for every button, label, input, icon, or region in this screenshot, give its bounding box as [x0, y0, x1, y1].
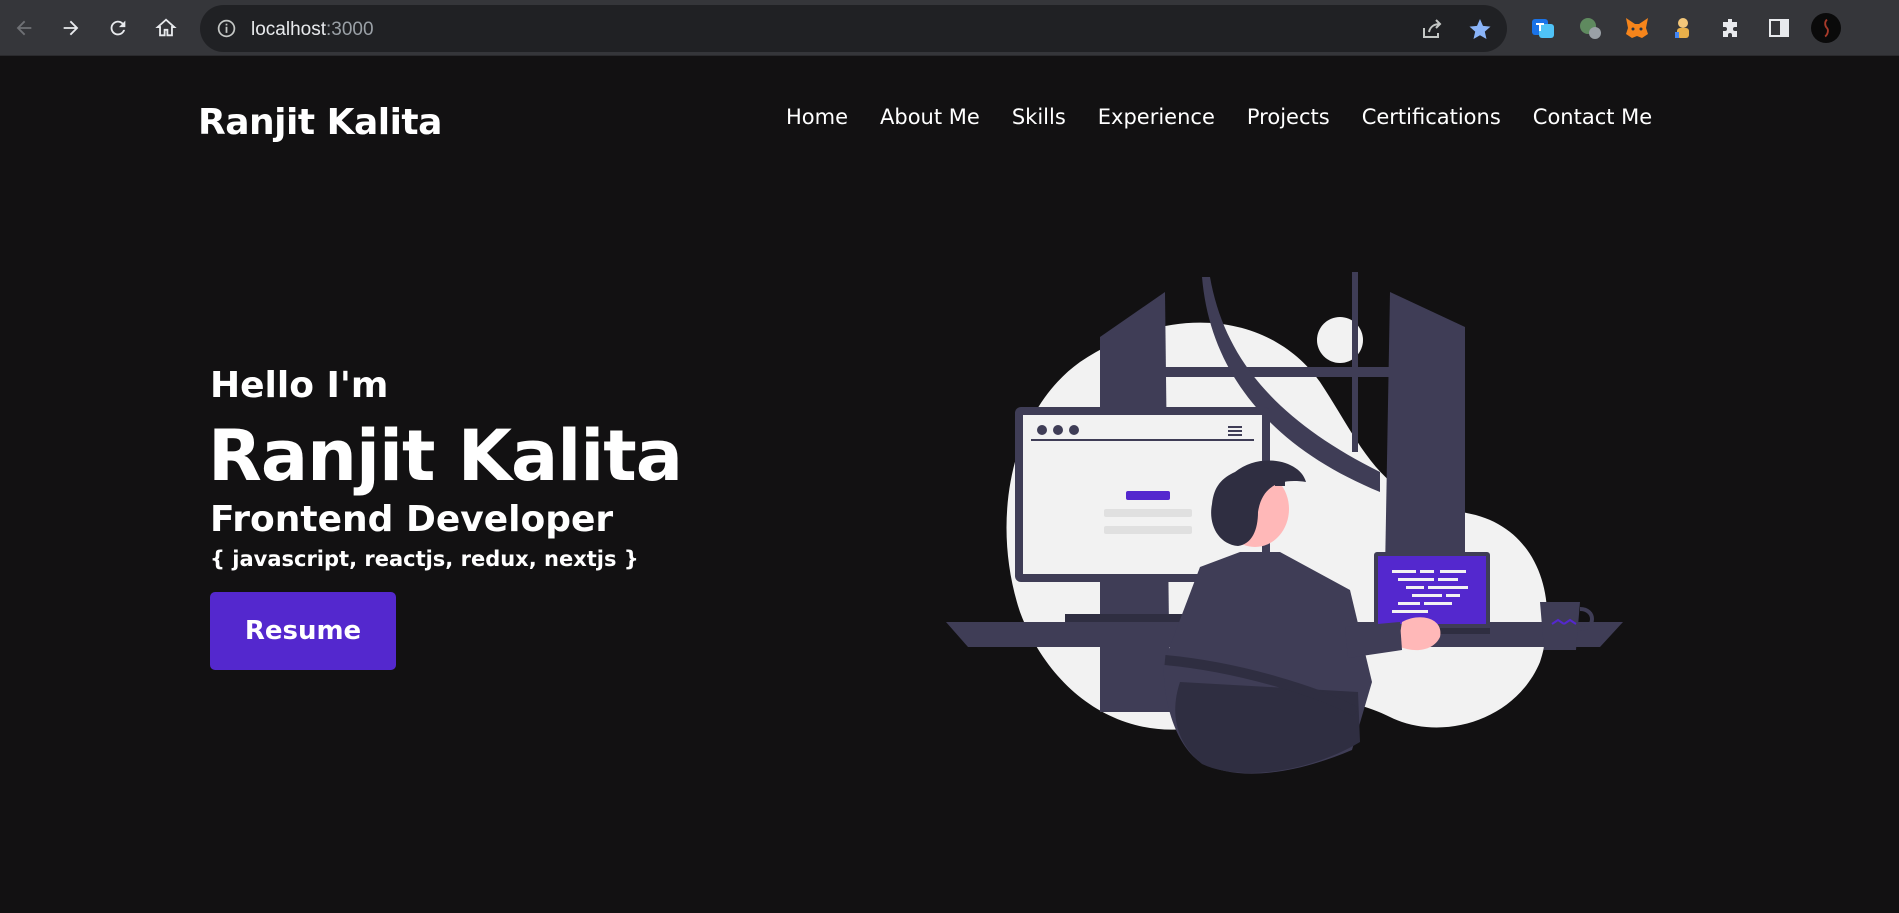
nav-home[interactable]: Home	[786, 105, 848, 129]
nav-projects[interactable]: Projects	[1247, 105, 1330, 129]
side-panel-icon	[1769, 19, 1789, 37]
hero-greeting: Hello I'm	[210, 365, 389, 406]
info-icon[interactable]	[216, 18, 237, 39]
site-logo[interactable]: Ranjit Kalita	[198, 102, 442, 143]
url-host: localhost	[251, 19, 326, 40]
portfolio-page: Ranjit Kalita Home About Me Skills Exper…	[0, 57, 1899, 913]
resume-button[interactable]: Resume	[210, 592, 396, 670]
bookmark-star-icon[interactable]	[1468, 17, 1492, 41]
share-icon[interactable]	[1420, 17, 1444, 41]
hero-name: Ranjit Kalita	[208, 415, 683, 497]
hero-tech-stack: { javascript, reactjs, redux, nextjs }	[210, 547, 639, 571]
address-bar[interactable]: localhost:3000	[200, 5, 1507, 52]
extension-globe[interactable]	[1575, 13, 1605, 43]
extensions-button[interactable]	[1716, 13, 1746, 43]
globe-extension-icon	[1580, 18, 1601, 39]
developer-illustration	[946, 272, 1623, 774]
nav-about-me[interactable]: About Me	[880, 105, 980, 129]
extension-translate[interactable]	[1528, 13, 1558, 43]
side-panel-button[interactable]	[1764, 13, 1794, 43]
forward-button[interactable]	[55, 8, 87, 48]
extension-character[interactable]	[1668, 13, 1698, 43]
nav-experience[interactable]: Experience	[1098, 105, 1215, 129]
translate-icon	[1532, 19, 1554, 38]
profile-avatar	[1811, 13, 1841, 43]
nav-skills[interactable]: Skills	[1012, 105, 1066, 129]
fox-icon	[1626, 18, 1648, 38]
nav-contact-me[interactable]: Contact Me	[1533, 105, 1652, 129]
back-icon	[16, 20, 32, 36]
nav-certifications[interactable]: Certifications	[1362, 105, 1501, 129]
home-icon	[155, 18, 177, 37]
reload-icon	[110, 20, 126, 36]
home-button[interactable]	[150, 8, 182, 48]
back-button[interactable]	[8, 8, 40, 48]
main-nav: Home About Me Skills Experience Projects…	[786, 105, 1684, 129]
forward-icon	[63, 20, 79, 36]
url-text[interactable]: localhost:3000	[251, 19, 374, 41]
profile-button[interactable]	[1811, 13, 1841, 43]
hero-role: Frontend Developer	[210, 499, 614, 540]
browser-toolbar: localhost:3000	[0, 0, 1899, 56]
character-icon	[1675, 18, 1689, 38]
url-port: :3000	[326, 19, 374, 40]
reload-button[interactable]	[102, 8, 134, 48]
extension-metamask[interactable]	[1622, 13, 1652, 43]
extension-icon	[1723, 19, 1737, 37]
